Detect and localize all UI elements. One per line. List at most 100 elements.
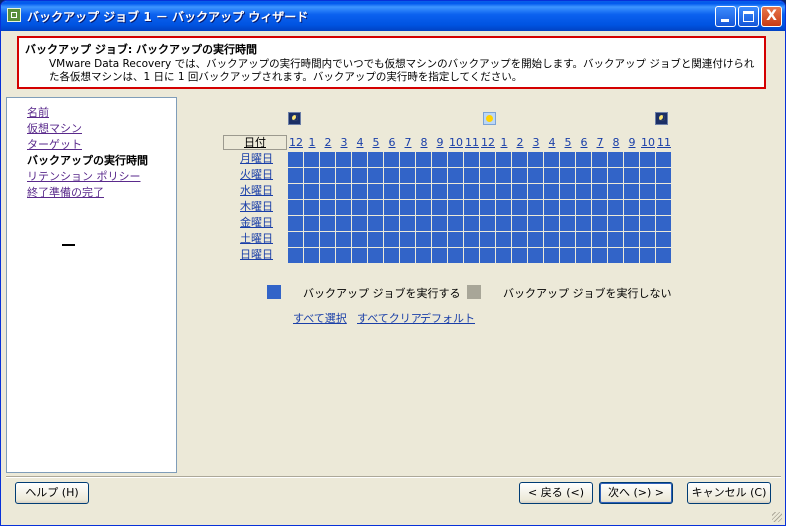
schedule-cell[interactable]: [288, 232, 303, 247]
schedule-cell[interactable]: [560, 248, 575, 263]
nav-step-name[interactable]: 名前: [27, 104, 49, 120]
day-label[interactable]: 水曜日: [223, 183, 287, 199]
schedule-cell[interactable]: [640, 152, 655, 167]
schedule-cell[interactable]: [576, 168, 591, 183]
schedule-cell[interactable]: [640, 200, 655, 215]
schedule-cell[interactable]: [560, 168, 575, 183]
schedule-cell[interactable]: [560, 200, 575, 215]
schedule-cell[interactable]: [624, 152, 639, 167]
day-label[interactable]: 月曜日: [223, 151, 287, 167]
schedule-cell[interactable]: [288, 184, 303, 199]
schedule-cell[interactable]: [352, 152, 367, 167]
schedule-cell[interactable]: [400, 152, 415, 167]
schedule-cell[interactable]: [496, 232, 511, 247]
schedule-cell[interactable]: [304, 248, 319, 263]
hour-header[interactable]: 8: [608, 135, 624, 150]
schedule-cell[interactable]: [496, 168, 511, 183]
schedule-cell[interactable]: [496, 216, 511, 231]
clear-all-link[interactable]: すべてクリア: [357, 310, 422, 326]
schedule-cell[interactable]: [464, 248, 479, 263]
schedule-cell[interactable]: [448, 216, 463, 231]
day-label[interactable]: 木曜日: [223, 199, 287, 215]
hour-header[interactable]: 5: [560, 135, 576, 150]
day-label[interactable]: 土曜日: [223, 231, 287, 247]
schedule-cell[interactable]: [368, 184, 383, 199]
schedule-cell[interactable]: [592, 184, 607, 199]
schedule-cell[interactable]: [304, 168, 319, 183]
schedule-cell[interactable]: [416, 216, 431, 231]
schedule-cell[interactable]: [352, 168, 367, 183]
schedule-cell[interactable]: [288, 152, 303, 167]
schedule-cell[interactable]: [608, 152, 623, 167]
schedule-cell[interactable]: [624, 184, 639, 199]
hour-header[interactable]: 6: [384, 135, 400, 150]
schedule-cell[interactable]: [432, 232, 447, 247]
schedule-cell[interactable]: [368, 232, 383, 247]
hour-header[interactable]: 6: [576, 135, 592, 150]
nav-step-ready-to-complete[interactable]: 終了準備の完了: [27, 184, 104, 200]
schedule-cell[interactable]: [592, 152, 607, 167]
schedule-cell[interactable]: [448, 248, 463, 263]
schedule-cell[interactable]: [512, 232, 527, 247]
schedule-cell[interactable]: [432, 248, 447, 263]
schedule-cell[interactable]: [480, 168, 495, 183]
hour-header[interactable]: 9: [624, 135, 640, 150]
schedule-cell[interactable]: [432, 216, 447, 231]
next-button[interactable]: 次へ (>) >: [599, 482, 673, 504]
schedule-cell[interactable]: [384, 168, 399, 183]
schedule-cell[interactable]: [656, 168, 671, 183]
schedule-cell[interactable]: [464, 168, 479, 183]
schedule-cell[interactable]: [336, 232, 351, 247]
hour-header[interactable]: 8: [416, 135, 432, 150]
schedule-cell[interactable]: [336, 216, 351, 231]
day-label[interactable]: 金曜日: [223, 215, 287, 231]
schedule-cell[interactable]: [480, 152, 495, 167]
schedule-cell[interactable]: [576, 152, 591, 167]
schedule-cell[interactable]: [544, 216, 559, 231]
hour-header[interactable]: 9: [432, 135, 448, 150]
nav-step-retention-policy[interactable]: リテンション ポリシー: [27, 168, 141, 184]
schedule-cell[interactable]: [624, 216, 639, 231]
schedule-cell[interactable]: [368, 152, 383, 167]
schedule-cell[interactable]: [640, 216, 655, 231]
schedule-cell[interactable]: [608, 216, 623, 231]
schedule-cell[interactable]: [608, 184, 623, 199]
schedule-cell[interactable]: [336, 248, 351, 263]
schedule-cell[interactable]: [656, 248, 671, 263]
schedule-cell[interactable]: [400, 168, 415, 183]
schedule-cell[interactable]: [480, 216, 495, 231]
schedule-cell[interactable]: [416, 232, 431, 247]
schedule-cell[interactable]: [544, 248, 559, 263]
hour-header[interactable]: 7: [400, 135, 416, 150]
schedule-cell[interactable]: [464, 184, 479, 199]
schedule-cell[interactable]: [416, 184, 431, 199]
schedule-cell[interactable]: [608, 232, 623, 247]
schedule-cell[interactable]: [368, 216, 383, 231]
schedule-cell[interactable]: [320, 216, 335, 231]
nav-step-target[interactable]: ターゲット: [27, 136, 82, 152]
schedule-cell[interactable]: [624, 232, 639, 247]
schedule-cell[interactable]: [368, 168, 383, 183]
schedule-cell[interactable]: [320, 248, 335, 263]
schedule-cell[interactable]: [544, 200, 559, 215]
schedule-cell[interactable]: [592, 200, 607, 215]
hour-header[interactable]: 5: [368, 135, 384, 150]
nav-step-vms[interactable]: 仮想マシン: [27, 120, 82, 136]
schedule-cell[interactable]: [480, 184, 495, 199]
day-label[interactable]: 火曜日: [223, 167, 287, 183]
schedule-cell[interactable]: [336, 168, 351, 183]
schedule-cell[interactable]: [608, 168, 623, 183]
schedule-cell[interactable]: [384, 216, 399, 231]
schedule-cell[interactable]: [304, 152, 319, 167]
schedule-cell[interactable]: [528, 216, 543, 231]
schedule-cell[interactable]: [400, 184, 415, 199]
schedule-cell[interactable]: [656, 200, 671, 215]
schedule-cell[interactable]: [384, 232, 399, 247]
schedule-cell[interactable]: [416, 200, 431, 215]
schedule-cell[interactable]: [528, 152, 543, 167]
schedule-cell[interactable]: [656, 184, 671, 199]
schedule-cell[interactable]: [624, 200, 639, 215]
schedule-cell[interactable]: [480, 248, 495, 263]
schedule-cell[interactable]: [656, 152, 671, 167]
schedule-cell[interactable]: [304, 184, 319, 199]
